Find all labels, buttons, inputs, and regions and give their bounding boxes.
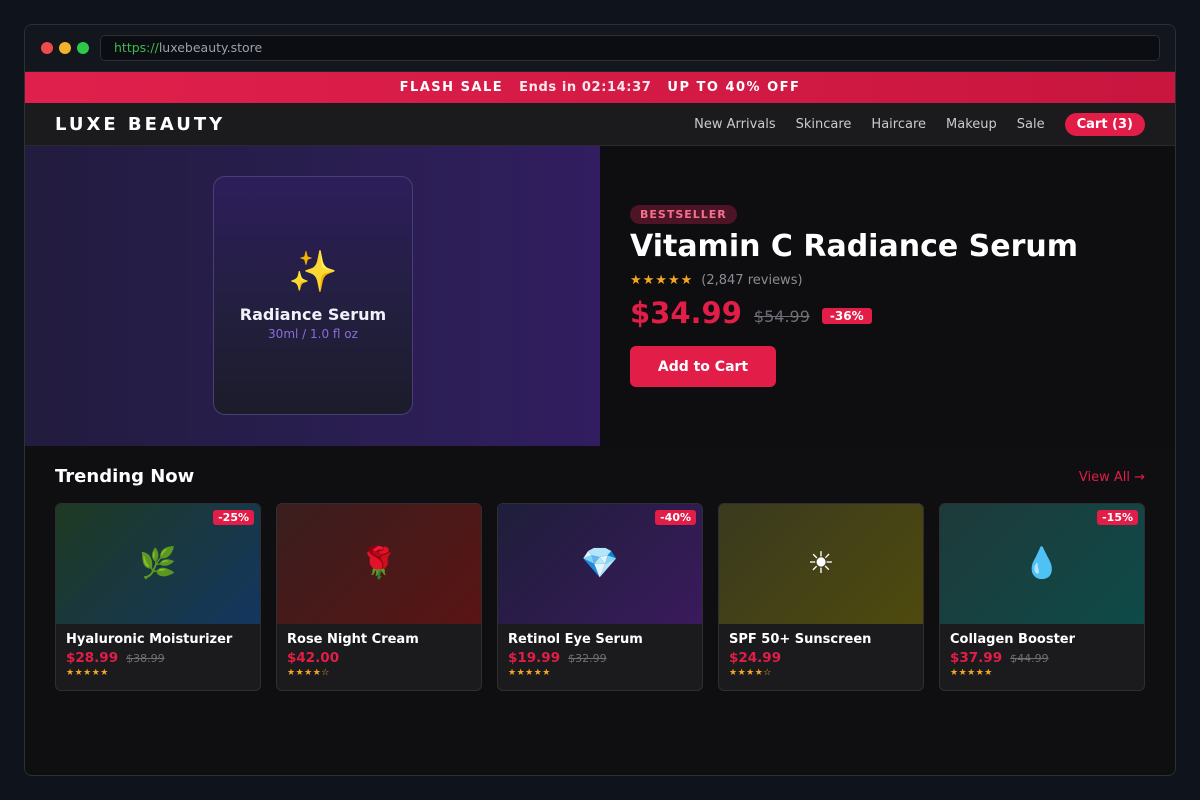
product-name[interactable]: SPF 50+ Sunscreen xyxy=(729,632,913,647)
gem-icon: 💎 xyxy=(581,546,619,581)
product-card[interactable]: 💧 -15% Collagen Booster $37.99 $44.99 ★★★★★ xyxy=(939,503,1145,691)
original-price: $38.99 xyxy=(126,652,165,665)
herb-icon: 🌿 xyxy=(139,546,177,581)
product-card[interactable]: ☀ SPF 50+ Sunscreen $24.99 ★★★★☆ xyxy=(718,503,924,691)
browser-window: https://luxebeauty.store FLASH SALE Ends… xyxy=(24,24,1176,776)
star-rating: ★★★★★ xyxy=(508,668,551,678)
nav-link-makeup[interactable]: Makeup xyxy=(946,117,997,132)
current-price: $34.99 xyxy=(630,296,742,330)
nav-link-sale[interactable]: Sale xyxy=(1017,117,1045,132)
product-price: $37.99 xyxy=(950,650,1003,666)
browser-chrome: https://luxebeauty.store xyxy=(25,25,1175,72)
rose-icon: 🌹 xyxy=(360,546,398,581)
flash-sale-bar: FLASH SALE Ends in 02:14:37 UP TO 40% OF… xyxy=(25,72,1175,103)
product-title: Vitamin C Radiance Serum xyxy=(630,229,1079,264)
star-rating: ★★★★★ xyxy=(630,273,694,288)
offer-text: UP TO 40% OFF xyxy=(667,80,801,95)
product-price: $19.99 xyxy=(508,650,561,666)
maximize-window-dot[interactable] xyxy=(77,42,89,54)
price-row: $34.99 $54.99 -36% xyxy=(630,296,872,330)
discount-badge: -15% xyxy=(1097,510,1138,525)
url-scheme: https:// xyxy=(114,40,159,55)
product-name[interactable]: Hyaluronic Moisturizer xyxy=(66,632,250,647)
product-card[interactable]: 🌹 Rose Night Cream $42.00 ★★★★☆ xyxy=(276,503,482,691)
droplet-icon: 💧 xyxy=(1023,546,1061,581)
cart-button[interactable]: Cart (3) xyxy=(1064,113,1145,136)
countdown-text: Ends in 02:14:37 xyxy=(519,80,652,95)
nav-link-haircare[interactable]: Haircare xyxy=(871,117,926,132)
product-grid: 🌿 -25% Hyaluronic Moisturizer $28.99 $38.99 ★… xyxy=(55,503,1145,691)
product-image[interactable]: 🌿 -25% xyxy=(56,504,260,624)
main-nav: New Arrivals Skincare Haircare Makeup Sa… xyxy=(694,103,1145,146)
product-price: $42.00 xyxy=(287,650,340,666)
nav-link-skincare[interactable]: Skincare xyxy=(796,117,852,132)
price-row: $19.99 $32.99 xyxy=(508,650,692,666)
brand-logo[interactable]: LUXE BEAUTY xyxy=(55,114,225,135)
url-host: luxebeauty.store xyxy=(158,40,263,55)
product-info: Collagen Booster $37.99 $44.99 ★★★★★ xyxy=(940,624,1144,686)
product-card[interactable]: 🌿 -25% Hyaluronic Moisturizer $28.99 $38.99 ★… xyxy=(55,503,261,691)
add-to-cart-button[interactable]: Add to Cart xyxy=(630,346,776,387)
original-price: $44.99 xyxy=(1010,652,1049,665)
original-price: $54.99 xyxy=(753,306,810,326)
star-rating: ★★★★☆ xyxy=(729,668,772,678)
hero-card-name: Radiance Serum xyxy=(239,305,387,324)
section-title: Trending Now xyxy=(55,466,195,487)
product-image[interactable]: 🌹 xyxy=(277,504,481,624)
sun-icon: ☀ xyxy=(807,546,835,581)
price-row: $24.99 xyxy=(729,650,913,666)
close-window-dot[interactable] xyxy=(41,42,53,54)
product-price: $28.99 xyxy=(66,650,119,666)
product-image[interactable]: ☀ xyxy=(719,504,923,624)
original-price: $32.99 xyxy=(568,652,607,665)
nav-link-new-arrivals[interactable]: New Arrivals xyxy=(694,117,776,132)
hero-product-card: ✨ Radiance Serum 30ml / 1.0 fl oz xyxy=(213,176,413,415)
price-row: $28.99 $38.99 xyxy=(66,650,250,666)
hero-details: BESTSELLER Vitamin C Radiance Serum ★★★★… xyxy=(600,146,1175,446)
rating-row: ★★★★★ (2,847 reviews) xyxy=(630,273,803,288)
product-card[interactable]: 💎 -40% Retinol Eye Serum $19.99 $32.99 ★★★★★ xyxy=(497,503,703,691)
hero-section: ✨ Radiance Serum 30ml / 1.0 fl oz BESTSE… xyxy=(25,146,1175,446)
product-info: Retinol Eye Serum $19.99 $32.99 ★★★★★ xyxy=(498,624,702,686)
product-info: Rose Night Cream $42.00 ★★★★☆ xyxy=(277,624,481,686)
review-count[interactable]: (2,847 reviews) xyxy=(701,273,802,288)
product-image[interactable]: 💧 -15% xyxy=(940,504,1144,624)
sparkles-icon: ✨ xyxy=(288,249,338,295)
trending-section: Trending Now View All → 🌿 -25% Hyaluronic … xyxy=(25,446,1175,774)
discount-badge: -25% xyxy=(213,510,254,525)
product-name[interactable]: Rose Night Cream xyxy=(287,632,471,647)
star-rating: ★★★★★ xyxy=(950,668,993,678)
site-header: LUXE BEAUTY New Arrivals Skincare Hairca… xyxy=(25,103,1175,146)
discount-badge: -40% xyxy=(655,510,696,525)
bestseller-badge: BESTSELLER xyxy=(630,205,737,224)
product-info: SPF 50+ Sunscreen $24.99 ★★★★☆ xyxy=(719,624,923,686)
address-bar[interactable]: https://luxebeauty.store xyxy=(100,35,1160,61)
product-info: Hyaluronic Moisturizer $28.99 $38.99 ★★★★★ xyxy=(56,624,260,686)
product-image[interactable]: 💎 -40% xyxy=(498,504,702,624)
view-all-link[interactable]: View All → xyxy=(1079,470,1145,485)
hero-card-size: 30ml / 1.0 fl oz xyxy=(268,327,358,341)
product-name[interactable]: Retinol Eye Serum xyxy=(508,632,692,647)
minimize-window-dot[interactable] xyxy=(59,42,71,54)
discount-badge: -36% xyxy=(821,308,872,324)
star-rating: ★★★★★ xyxy=(66,668,109,678)
price-row: $42.00 xyxy=(287,650,471,666)
star-rating: ★★★★☆ xyxy=(287,668,330,678)
flash-sale-label: FLASH SALE xyxy=(399,80,504,95)
product-name[interactable]: Collagen Booster xyxy=(950,632,1134,647)
price-row: $37.99 $44.99 xyxy=(950,650,1134,666)
hero-image-panel: ✨ Radiance Serum 30ml / 1.0 fl oz xyxy=(25,146,600,446)
product-price: $24.99 xyxy=(729,650,782,666)
